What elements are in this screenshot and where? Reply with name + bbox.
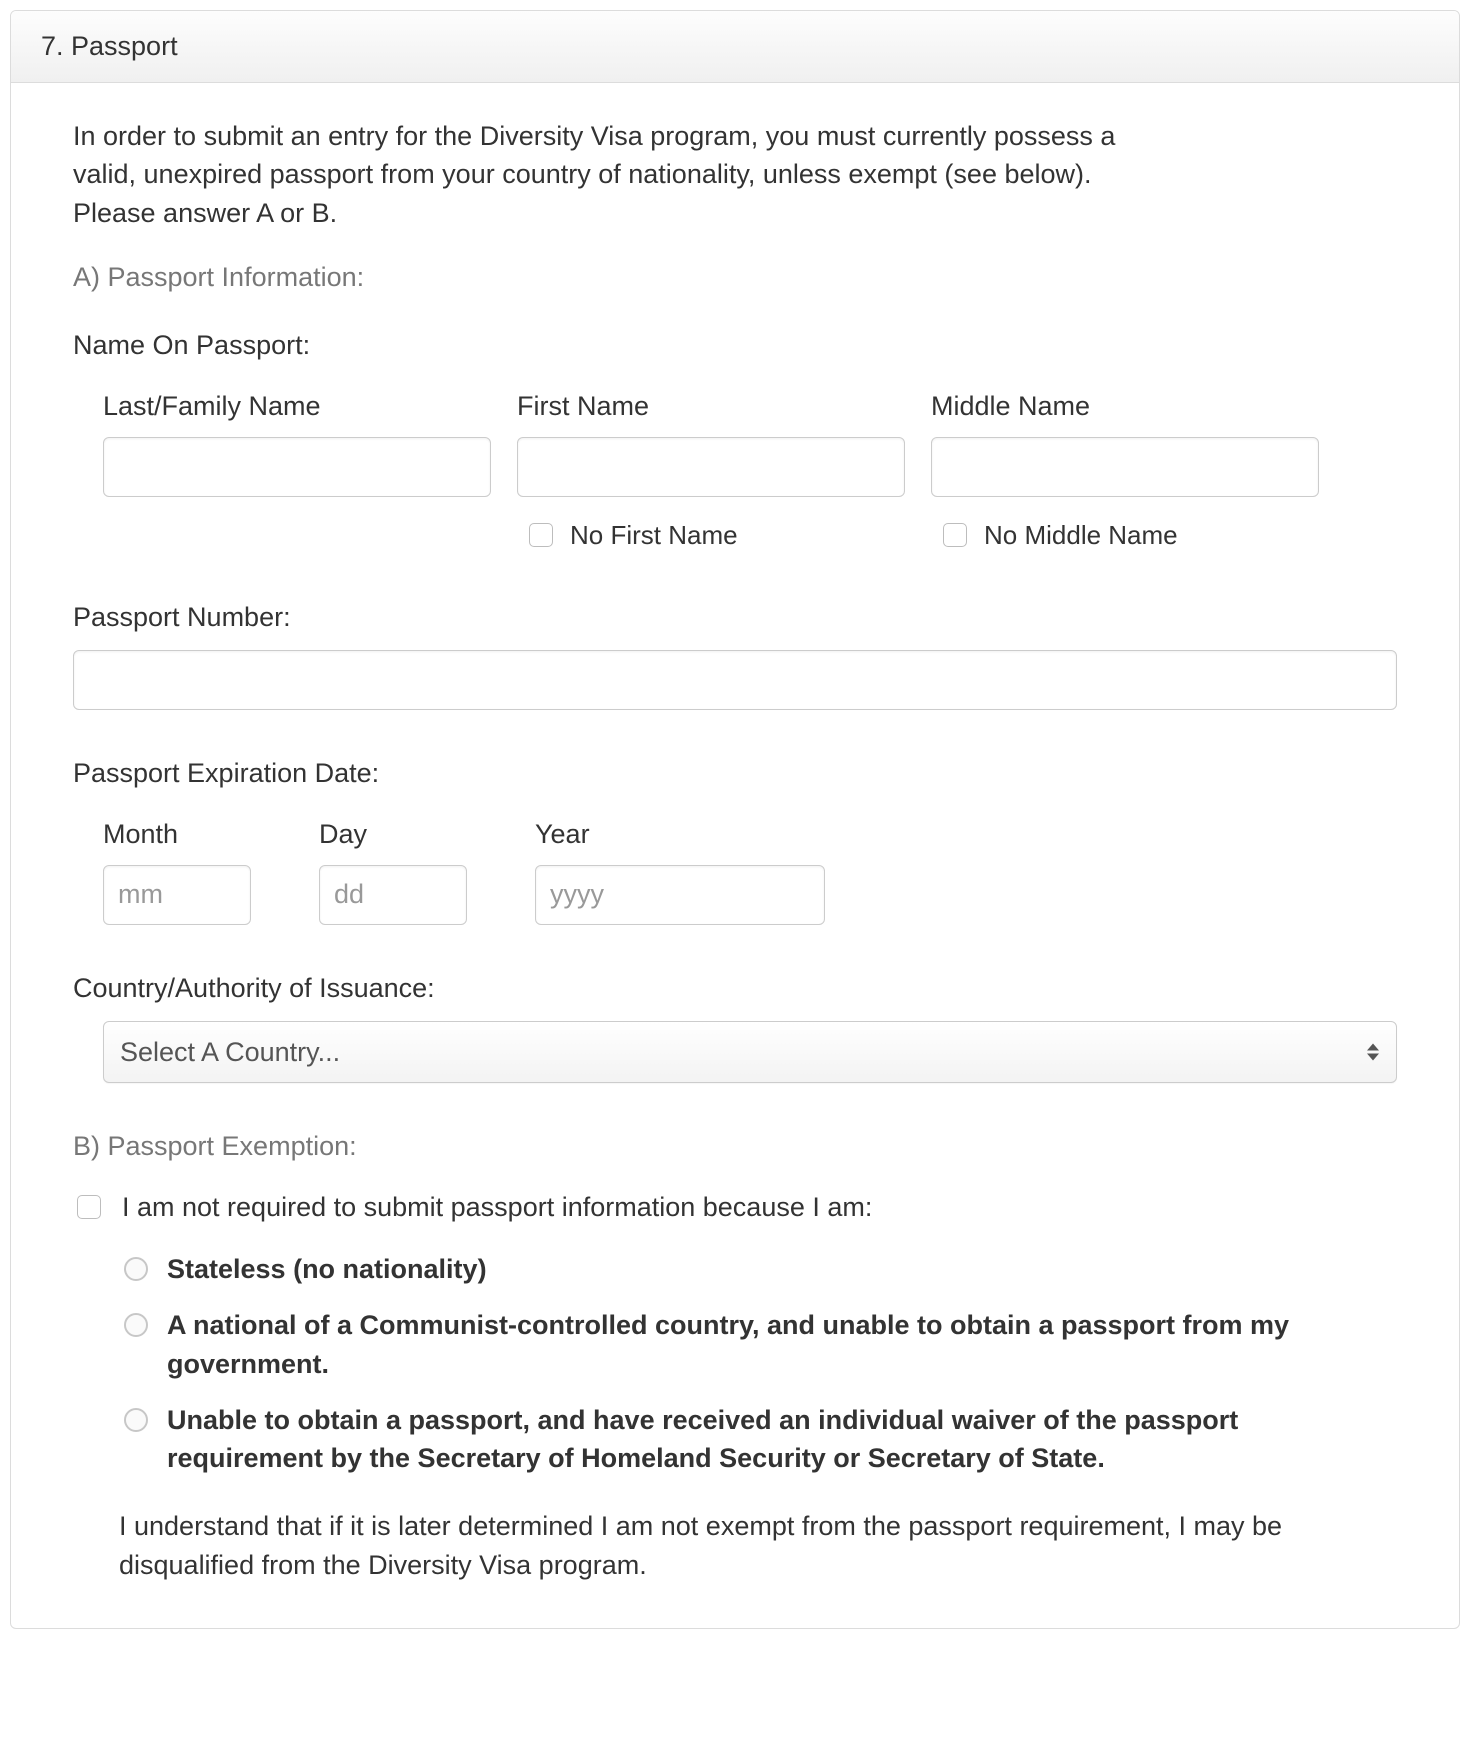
exemption-block: I am not required to submit passport inf…	[73, 1188, 1397, 1585]
name-row: Last/Family Name First Name No First Nam…	[73, 387, 1397, 554]
no-first-name-label: No First Name	[570, 517, 738, 554]
expiration-row: Month Day Year	[73, 815, 1397, 925]
last-name-label: Last/Family Name	[103, 387, 491, 425]
no-middle-name-checkbox[interactable]	[943, 523, 967, 547]
first-name-input[interactable]	[517, 437, 905, 497]
section-a-label: A) Passport Information:	[73, 258, 1397, 296]
issuance-label: Country/Authority of Issuance:	[73, 969, 1397, 1007]
expiration-month-input[interactable]	[103, 865, 251, 925]
panel-title: 7. Passport	[11, 11, 1459, 83]
panel-body: In order to submit an entry for the Dive…	[11, 83, 1459, 1628]
expiration-year-col: Year	[535, 815, 825, 925]
middle-name-input[interactable]	[931, 437, 1319, 497]
passport-number-block: Passport Number:	[73, 598, 1397, 710]
exemption-checkbox-row[interactable]: I am not required to submit passport inf…	[73, 1188, 1397, 1226]
no-middle-name-label: No Middle Name	[984, 517, 1178, 554]
exemption-checkbox-label: I am not required to submit passport inf…	[122, 1188, 872, 1226]
section-b-label: B) Passport Exemption:	[73, 1127, 1397, 1165]
exemption-checkbox[interactable]	[77, 1195, 101, 1219]
no-first-name-row[interactable]: No First Name	[517, 517, 905, 554]
exemption-option-waiver[interactable]: Unable to obtain a passport, and have re…	[119, 1401, 1379, 1478]
first-name-col: First Name No First Name	[517, 387, 905, 554]
expiration-year-label: Year	[535, 815, 825, 853]
exemption-option-stateless[interactable]: Stateless (no nationality)	[119, 1250, 1379, 1288]
exemption-option-label: Stateless (no nationality)	[167, 1250, 487, 1288]
exemption-radio-stateless[interactable]	[124, 1257, 148, 1281]
passport-panel: 7. Passport In order to submit an entry …	[10, 10, 1460, 1629]
issuance-select[interactable]: Select A Country...	[103, 1021, 1397, 1083]
exemption-radio-communist[interactable]	[124, 1313, 148, 1337]
no-middle-name-row[interactable]: No Middle Name	[931, 517, 1319, 554]
expiration-block: Passport Expiration Date: Month Day Year	[73, 754, 1397, 925]
middle-name-col: Middle Name No Middle Name	[931, 387, 1319, 554]
first-name-label: First Name	[517, 387, 905, 425]
passport-number-label: Passport Number:	[73, 598, 1397, 636]
passport-number-input[interactable]	[73, 650, 1397, 710]
exemption-option-communist[interactable]: A national of a Communist-controlled cou…	[119, 1306, 1379, 1383]
name-on-passport-label: Name On Passport:	[73, 326, 1397, 364]
intro-text: In order to submit an entry for the Dive…	[73, 117, 1173, 232]
expiration-day-col: Day	[319, 815, 535, 925]
middle-name-label: Middle Name	[931, 387, 1319, 425]
expiration-month-col: Month	[103, 815, 319, 925]
exemption-radio-waiver[interactable]	[124, 1408, 148, 1432]
exemption-options: Stateless (no nationality) A national of…	[73, 1250, 1379, 1478]
no-first-name-checkbox[interactable]	[529, 523, 553, 547]
exemption-disclaimer: I understand that if it is later determi…	[73, 1507, 1397, 1584]
last-name-input[interactable]	[103, 437, 491, 497]
expiration-day-input[interactable]	[319, 865, 467, 925]
issuance-select-wrap: Select A Country...	[103, 1021, 1397, 1083]
expiration-day-label: Day	[319, 815, 535, 853]
last-name-col: Last/Family Name	[103, 387, 491, 554]
issuance-block: Country/Authority of Issuance: Select A …	[73, 969, 1397, 1083]
exemption-option-label: A national of a Communist-controlled cou…	[167, 1306, 1379, 1383]
exemption-option-label: Unable to obtain a passport, and have re…	[167, 1401, 1379, 1478]
expiration-label: Passport Expiration Date:	[73, 754, 1397, 792]
expiration-year-input[interactable]	[535, 865, 825, 925]
expiration-month-label: Month	[103, 815, 319, 853]
